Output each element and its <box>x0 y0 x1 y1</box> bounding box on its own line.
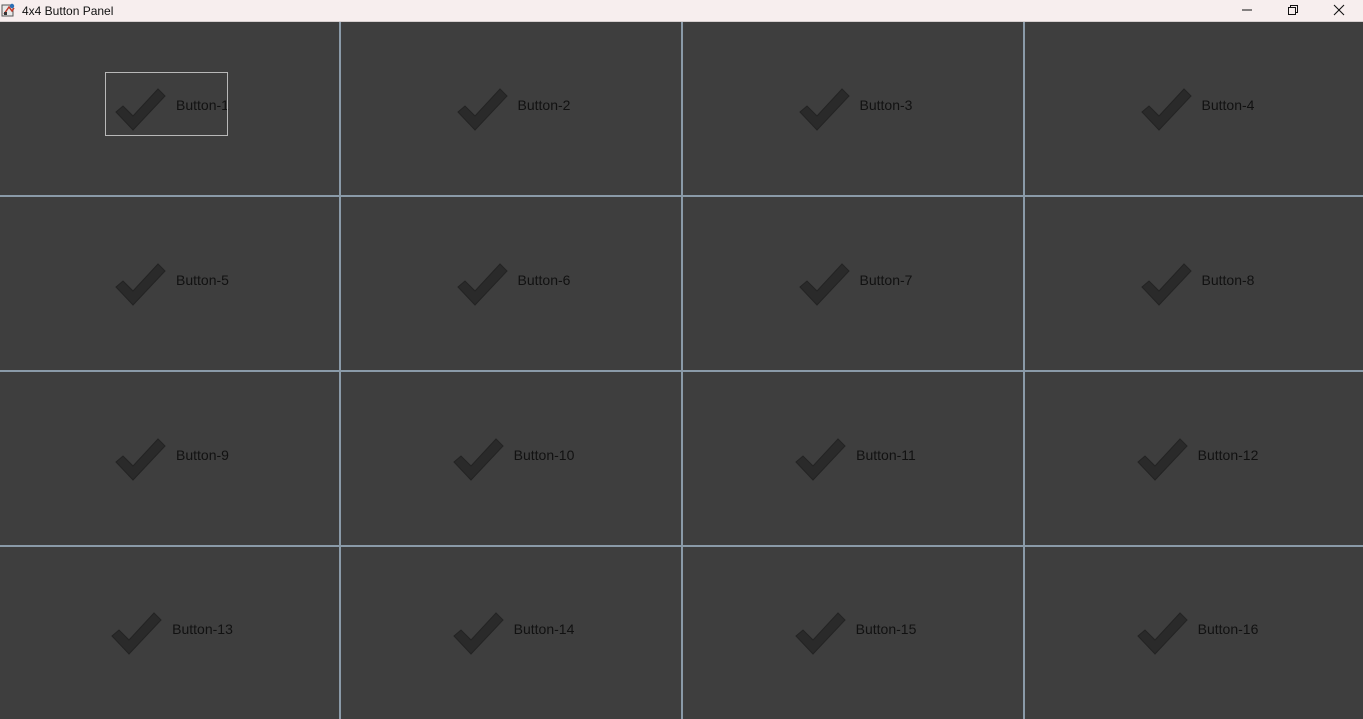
maximize-icon <box>1288 5 1298 15</box>
checkmark-icon <box>111 612 162 655</box>
app-window: 4x4 Button Panel Button-1 Button-2 Butto… <box>0 0 1363 719</box>
button-content: Button-8 <box>1138 260 1255 308</box>
grid-button-1[interactable]: Button-1 <box>0 22 339 195</box>
button-grid: Button-1 Button-2 Button-3 Button-4 Butt… <box>0 22 1363 719</box>
button-content: Button-9 <box>112 435 229 483</box>
grid-button-9[interactable]: Button-9 <box>0 372 339 545</box>
button-label: Button-9 <box>176 446 229 463</box>
checkmark-icon <box>1140 87 1192 131</box>
close-button[interactable] <box>1316 0 1362 21</box>
grid-button-4[interactable]: Button-4 <box>1025 22 1363 195</box>
button-label: Button-8 <box>1201 271 1255 288</box>
grid-button-6[interactable]: Button-6 <box>341 197 681 370</box>
button-label: Button-10 <box>513 446 575 463</box>
maximize-button[interactable] <box>1270 0 1316 21</box>
close-icon <box>1333 4 1345 16</box>
button-label: Button-11 <box>856 446 916 463</box>
button-content: Button-14 <box>450 609 575 657</box>
button-content: Button-1 <box>105 71 229 136</box>
minimize-icon <box>1242 9 1252 11</box>
title-bar[interactable]: 4x4 Button Panel <box>0 0 1363 22</box>
button-label: Button-3 <box>859 96 913 113</box>
grid-button-14[interactable]: Button-14 <box>341 547 681 719</box>
button-content: Button-5 <box>112 260 229 308</box>
button-label: Button-6 <box>517 271 571 288</box>
grid-button-12[interactable]: Button-12 <box>1025 372 1363 545</box>
checkmark-icon <box>115 262 166 306</box>
button-content: Button-11 <box>792 435 916 483</box>
checkmark-icon <box>456 262 508 306</box>
button-label: Button-7 <box>859 271 913 288</box>
button-content: Button-13 <box>108 609 233 657</box>
grid-button-10[interactable]: Button-10 <box>341 372 681 545</box>
java-app-icon <box>1 2 17 18</box>
checkmark-icon <box>452 437 504 481</box>
button-content: Button-2 <box>454 85 571 133</box>
button-label: Button-16 <box>1197 621 1259 637</box>
grid-button-5[interactable]: Button-5 <box>0 197 339 370</box>
checkmark-icon <box>795 437 846 481</box>
checkmark-icon <box>798 262 850 306</box>
button-content: Button-7 <box>796 260 913 308</box>
grid-button-8[interactable]: Button-8 <box>1025 197 1363 370</box>
button-label: Button-12 <box>1197 446 1259 463</box>
button-label: Button-5 <box>176 271 229 288</box>
checkmark-icon <box>1136 437 1188 481</box>
button-label: Button-13 <box>172 621 233 637</box>
grid-button-15[interactable]: Button-15 <box>683 547 1023 719</box>
button-content: Button-16 <box>1134 609 1259 657</box>
button-label: Button-1 <box>176 96 229 113</box>
button-content: Button-4 <box>1138 85 1255 133</box>
button-label: Button-15 <box>855 621 917 637</box>
grid-button-11[interactable]: Button-11 <box>683 372 1023 545</box>
checkmark-icon <box>1140 262 1192 306</box>
grid-button-13[interactable]: Button-13 <box>0 547 339 719</box>
checkmark-icon <box>794 612 846 655</box>
button-label: Button-2 <box>517 96 571 113</box>
checkmark-icon <box>798 87 850 131</box>
window-title: 4x4 Button Panel <box>22 4 114 18</box>
grid-button-16[interactable]: Button-16 <box>1025 547 1363 719</box>
button-content: Button-15 <box>792 609 917 657</box>
checkmark-icon <box>452 612 504 655</box>
button-content: Button-10 <box>450 435 575 483</box>
button-content: Button-3 <box>796 85 913 133</box>
checkmark-icon <box>456 87 508 131</box>
button-content: Button-12 <box>1134 435 1259 483</box>
button-content: Button-6 <box>454 260 571 308</box>
grid-button-2[interactable]: Button-2 <box>341 22 681 195</box>
button-label: Button-4 <box>1201 96 1255 113</box>
grid-button-3[interactable]: Button-3 <box>683 22 1023 195</box>
button-label: Button-14 <box>513 621 575 637</box>
checkmark-icon <box>115 87 166 131</box>
checkmark-icon <box>1136 612 1188 655</box>
grid-button-7[interactable]: Button-7 <box>683 197 1023 370</box>
checkmark-icon <box>115 437 166 481</box>
minimize-button[interactable] <box>1224 0 1270 21</box>
